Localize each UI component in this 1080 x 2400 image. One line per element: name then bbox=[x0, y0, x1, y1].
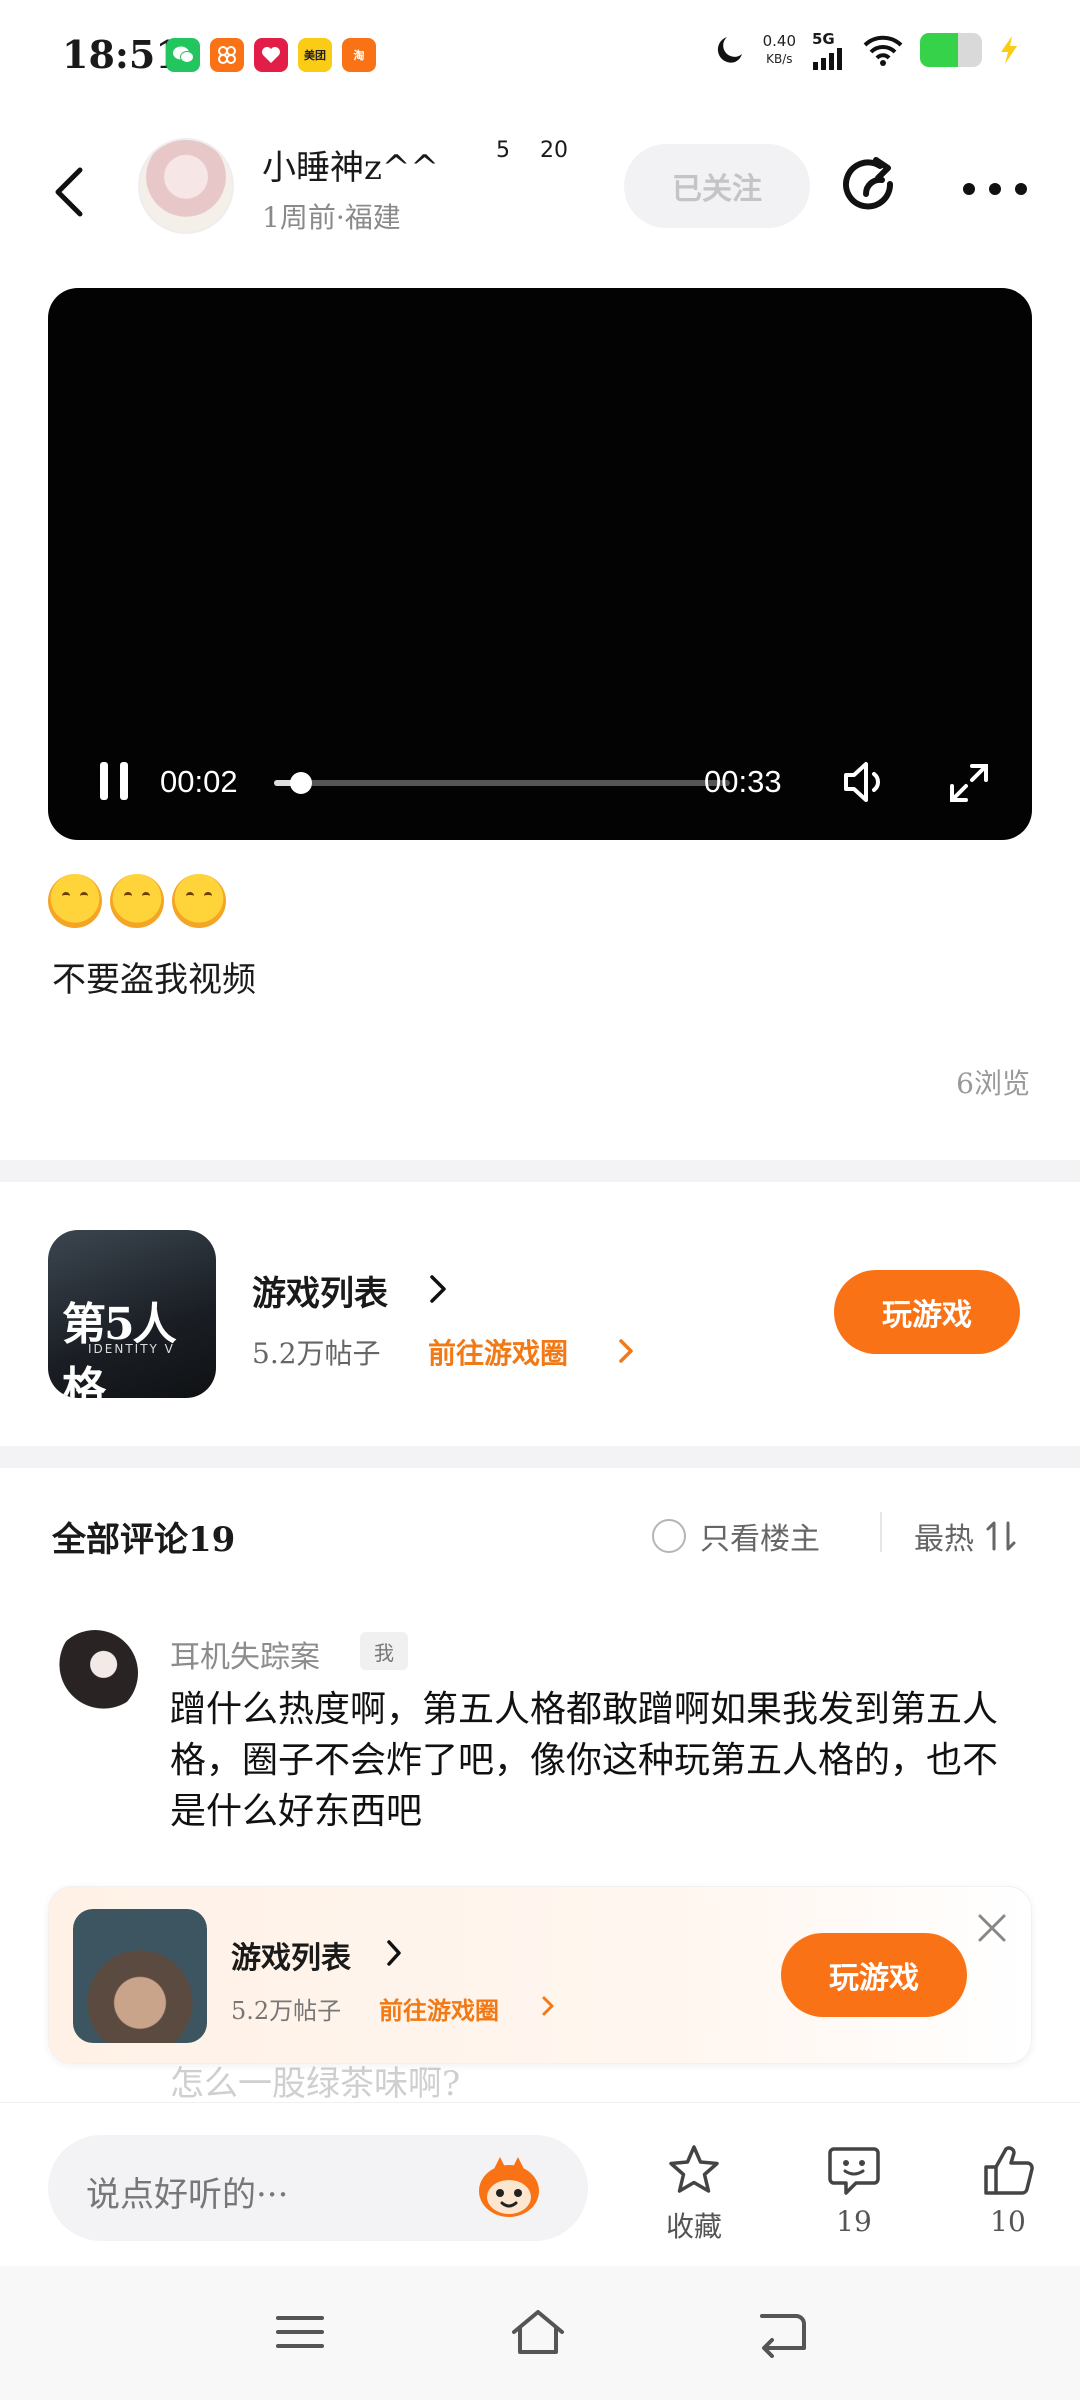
charging-bolt-icon bbox=[1001, 36, 1017, 64]
volume-icon[interactable] bbox=[840, 758, 892, 806]
video-total-time: 00:33 bbox=[704, 764, 782, 799]
comment-item[interactable]: 耳机失踪案 我 蹭什么热度啊，第五人格都敢蹭啊如果我发到第五人格，圈子不会炸了吧… bbox=[0, 1620, 1080, 1870]
game-promo-banner[interactable]: 游戏列表 5.2万帖子 前往游戏圈 玩游戏 bbox=[48, 1886, 1032, 2064]
post-meta: 1周前·福建 bbox=[262, 201, 401, 234]
banner-title[interactable]: 游戏列表 bbox=[231, 1933, 351, 1977]
comment-input-placeholder: 说点好听的··· bbox=[86, 2175, 289, 2215]
app-orange-icon bbox=[210, 38, 244, 72]
pause-icon[interactable] bbox=[94, 758, 134, 804]
banner-post-count: 5.2万帖子 bbox=[231, 1997, 342, 2025]
author-badge-level-2: 20 bbox=[540, 138, 568, 163]
home-icon[interactable] bbox=[508, 2306, 568, 2358]
network-type: 5G bbox=[812, 30, 835, 48]
comments-header: 全部评论19 只看楼主 最热 bbox=[0, 1476, 1080, 1596]
comment-bubble-icon[interactable] bbox=[826, 2143, 882, 2197]
comment-action[interactable]: 19 bbox=[804, 2143, 904, 2238]
bottom-action-bar: 说点好听的··· 收藏 19 10 bbox=[0, 2102, 1080, 2266]
system-nav-bar bbox=[0, 2266, 1080, 2400]
hugging-face-emoji-icon bbox=[48, 874, 102, 928]
hugging-face-emoji-icon bbox=[110, 874, 164, 928]
chevron-right-icon bbox=[430, 1275, 446, 1303]
wifi-icon bbox=[863, 35, 903, 66]
only-op-label: 只看楼主 bbox=[700, 1522, 820, 1557]
chevron-right-icon bbox=[542, 1996, 554, 2016]
star-icon[interactable] bbox=[666, 2143, 722, 2197]
sort-label: 最热 bbox=[914, 1522, 974, 1557]
fullscreen-icon[interactable] bbox=[948, 762, 990, 804]
wechat-icon bbox=[166, 38, 200, 72]
banner-goto-link[interactable]: 前往游戏圈 bbox=[379, 1991, 499, 2026]
game-post-count: 5.2万帖子 bbox=[252, 1337, 381, 1370]
mascot-emoji-icon[interactable] bbox=[474, 2155, 544, 2221]
divider bbox=[880, 1512, 882, 1552]
video-player[interactable]: 00:02 00:33 bbox=[48, 288, 1032, 840]
menu-icon[interactable] bbox=[270, 2306, 330, 2358]
hugging-face-emoji-icon bbox=[172, 874, 226, 928]
goto-game-circle-link[interactable]: 前往游戏圈 bbox=[428, 1332, 568, 1372]
like-action[interactable]: 10 bbox=[958, 2143, 1058, 2238]
video-progress-knob[interactable] bbox=[290, 772, 313, 794]
comments-title: 全部评论19 bbox=[52, 1520, 236, 1560]
status-app-icons: 美团 淘 bbox=[166, 38, 376, 72]
collect-label: 收藏 bbox=[665, 2210, 722, 2243]
status-bar: 18:51 美团 淘 0.40 KB/s 5G bbox=[0, 0, 1080, 112]
radio-icon[interactable] bbox=[652, 1519, 686, 1553]
status-time: 18:51 bbox=[62, 32, 182, 77]
video-controls: 00:02 00:33 bbox=[48, 758, 1032, 808]
game-card[interactable]: 第5人格 IDENTITY V 游戏列表 5.2万帖子 前往游戏圈 玩游戏 bbox=[0, 1182, 1080, 1446]
collect-action[interactable]: 收藏 bbox=[644, 2143, 744, 2245]
sort-icon bbox=[986, 1521, 1016, 1551]
video-current-time: 00:02 bbox=[160, 764, 238, 799]
game-list-title[interactable]: 游戏列表 bbox=[252, 1266, 388, 1315]
follow-button[interactable]: 已关注 bbox=[624, 144, 810, 228]
chevron-right-icon bbox=[387, 1940, 401, 1966]
taobao-icon: 淘 bbox=[342, 38, 376, 72]
meituan-icon: 美团 bbox=[298, 38, 332, 72]
section-divider bbox=[0, 1160, 1080, 1182]
commenter-name[interactable]: 耳机失踪案 bbox=[170, 1632, 320, 1676]
like-count: 10 bbox=[990, 2205, 1026, 2238]
post-text: 不要盗我视频 bbox=[52, 960, 256, 1000]
status-right-group: 0.40 KB/s 5G bbox=[711, 30, 1020, 70]
net-speed: 0.40 KB/s bbox=[762, 32, 796, 66]
thumbs-up-icon[interactable] bbox=[980, 2143, 1036, 2197]
battery-icon bbox=[920, 33, 982, 67]
sort-toggle[interactable]: 最热 bbox=[914, 1514, 1016, 1558]
section-divider bbox=[0, 1446, 1080, 1468]
share-icon[interactable] bbox=[842, 154, 906, 218]
game-banner-icon[interactable] bbox=[73, 1909, 207, 2043]
video-progress-bar[interactable] bbox=[274, 772, 730, 794]
back-nav-icon[interactable] bbox=[752, 2306, 812, 2358]
close-icon[interactable] bbox=[975, 1911, 1009, 1945]
post-emojis bbox=[48, 874, 226, 928]
only-op-toggle[interactable]: 只看楼主 bbox=[652, 1514, 820, 1558]
author-badge-level: 5 bbox=[496, 138, 510, 163]
play-game-button[interactable]: 玩游戏 bbox=[834, 1270, 1020, 1354]
post-view-count: 6浏览 bbox=[956, 1067, 1030, 1100]
me-tag: 我 bbox=[360, 1632, 408, 1670]
banner-play-game-button[interactable]: 玩游戏 bbox=[781, 1933, 967, 2017]
signal-group: 5G bbox=[812, 30, 846, 70]
chevron-right-icon bbox=[619, 1339, 633, 1363]
moon-icon bbox=[717, 37, 742, 63]
author-avatar[interactable] bbox=[138, 138, 234, 234]
post-header: 小睡神z^^ 5 20 1周前·福建 已关注 bbox=[0, 112, 1080, 262]
signal-icon bbox=[813, 48, 842, 70]
author-name[interactable]: 小睡神z^^ bbox=[262, 140, 439, 189]
comment-count: 19 bbox=[836, 2205, 872, 2238]
more-options-icon[interactable] bbox=[962, 182, 1028, 196]
app-red-icon bbox=[254, 38, 288, 72]
back-arrow-icon[interactable] bbox=[50, 164, 90, 220]
commenter-avatar[interactable] bbox=[52, 1630, 138, 1716]
comment-input[interactable]: 说点好听的··· bbox=[48, 2135, 588, 2241]
game-icon[interactable]: 第5人格 IDENTITY V bbox=[48, 1230, 216, 1398]
comment-text: 蹭什么热度啊，第五人格都敢蹭啊如果我发到第五人格，圈子不会炸了吧，像你这种玩第五… bbox=[170, 1689, 999, 1832]
